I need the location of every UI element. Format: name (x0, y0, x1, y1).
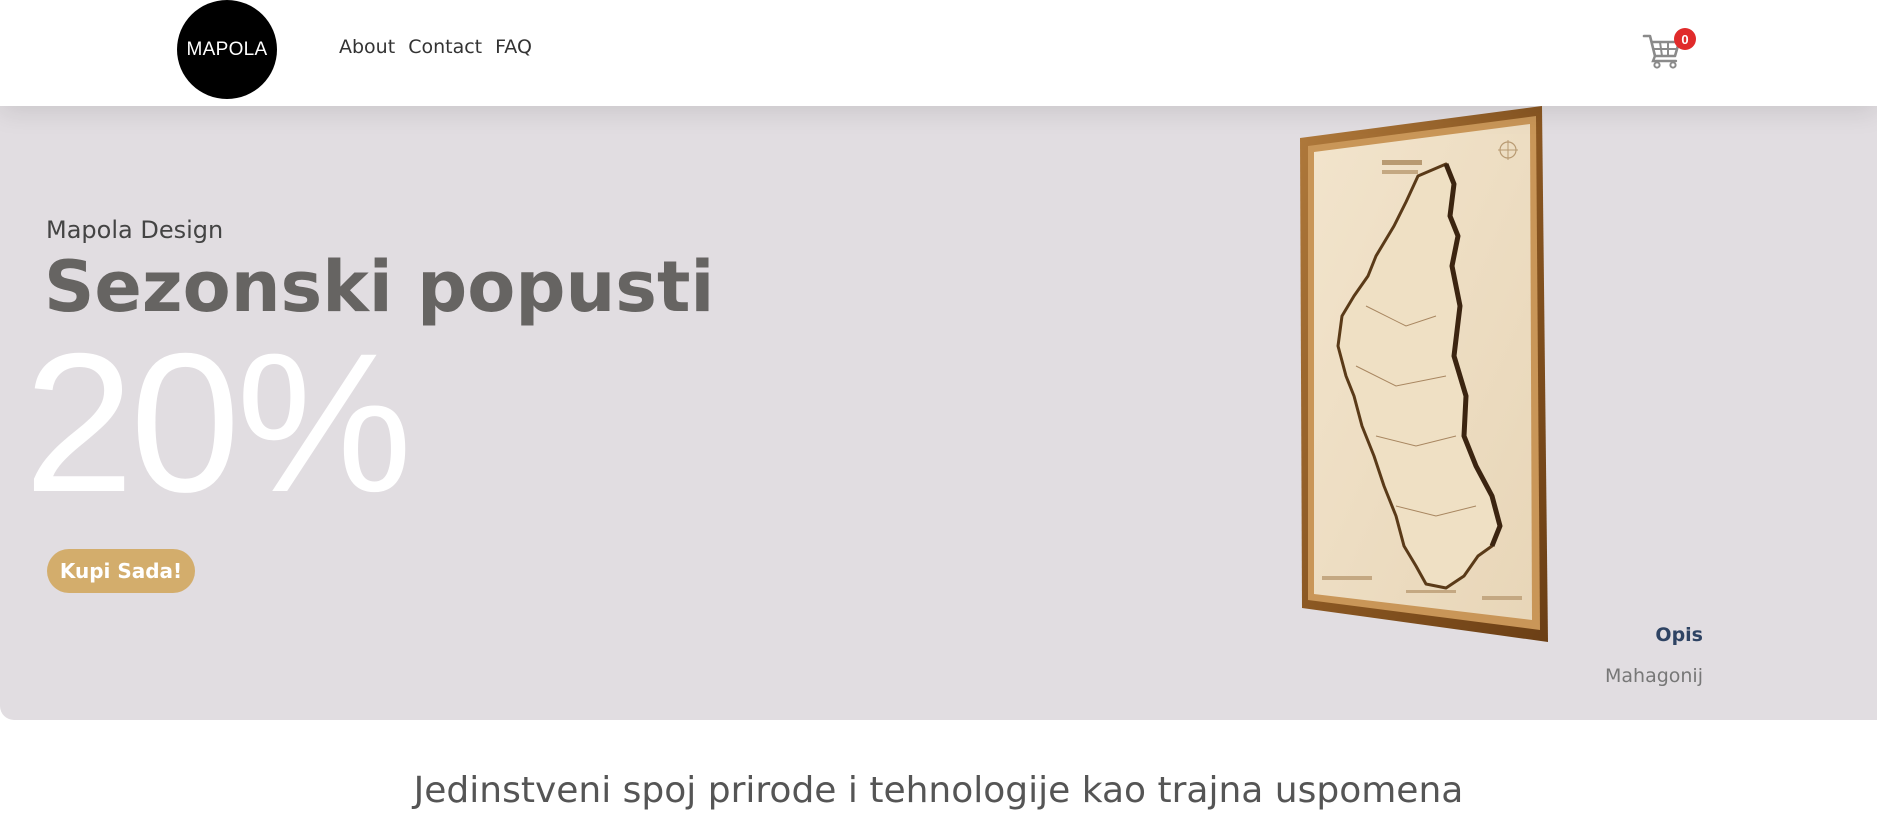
logo-text: MAPOLA (186, 38, 268, 60)
description-label: Opis (1655, 624, 1703, 646)
cart-button[interactable]: 0 (1642, 26, 1696, 72)
buy-now-button[interactable]: Kupi Sada! (47, 549, 195, 593)
nav-about[interactable]: About (339, 36, 395, 58)
main-nav: About Contact FAQ (339, 36, 532, 58)
product-image[interactable] (1296, 106, 1558, 646)
site-header: MAPOLA About Contact FAQ 0 (0, 0, 1877, 106)
nav-faq[interactable]: FAQ (495, 36, 532, 58)
hero-subtitle: Mapola Design (46, 216, 224, 244)
nav-contact[interactable]: Contact (408, 36, 482, 58)
material-value: Mahagonij (1604, 665, 1703, 687)
framed-map-image (1300, 106, 1548, 642)
section-tagline: Jedinstveni spoj prirode i tehnologije k… (413, 770, 1464, 811)
discount-percent: 20% (24, 312, 412, 533)
hero-banner: Mapola Design Sezonski popusti 20% Kupi … (0, 106, 1877, 720)
cart-count-badge: 0 (1674, 28, 1696, 50)
logo[interactable]: MAPOLA (177, 0, 277, 99)
